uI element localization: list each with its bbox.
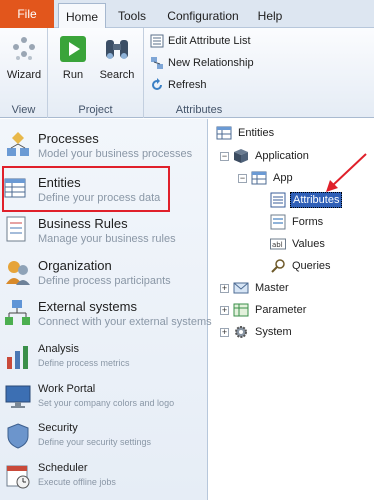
nav-item-analysis[interactable]: Analysis Define process metrics xyxy=(0,343,208,377)
tree-system-label: System xyxy=(255,326,292,338)
tab-help[interactable]: Help xyxy=(252,3,288,28)
wizard-icon xyxy=(13,37,35,60)
organization-title: Organization xyxy=(38,258,112,273)
tree-root-entities[interactable]: Entities xyxy=(216,123,276,143)
cube-icon xyxy=(234,149,248,163)
tree-forms-label: Forms xyxy=(292,216,324,228)
edit-attribute-list-button[interactable]: Edit Attribute List xyxy=(150,31,251,51)
search-button[interactable]: Search xyxy=(94,32,140,94)
ribbon: Wizard View Run Search Project Edit Attr… xyxy=(0,28,374,118)
master-icon xyxy=(233,282,249,294)
tree-app-label: App xyxy=(273,172,293,184)
expand-toggle-icon[interactable]: + xyxy=(220,283,229,293)
attributes-icon xyxy=(270,192,286,208)
external-systems-title: External systems xyxy=(38,299,137,314)
tree-master-label: Master xyxy=(255,282,289,294)
menu-bar: File Home Tools Configuration Help xyxy=(0,0,374,29)
processes-title: Processes xyxy=(38,131,99,146)
tab-configuration[interactable]: Configuration xyxy=(158,3,248,28)
tree-node-forms[interactable]: Forms xyxy=(270,212,325,232)
scheduler-subtitle: Execute offline jobs xyxy=(38,477,116,487)
nav-item-business-rules[interactable]: Business Rules Manage your business rule… xyxy=(0,216,208,252)
tree-node-master[interactable]: + Master xyxy=(220,278,291,298)
attributes-group-label: Attributes xyxy=(175,104,223,116)
nav-item-external-systems[interactable]: External systems Connect with your exter… xyxy=(0,299,212,335)
tree-values-label: Values xyxy=(292,238,325,250)
refresh-button[interactable]: Refresh xyxy=(150,75,207,95)
entities-tree-icon xyxy=(216,126,232,140)
binoculars-icon xyxy=(106,40,128,59)
tab-home[interactable]: Home xyxy=(58,3,106,29)
search-label: Search xyxy=(99,69,135,81)
project-group: Run Search Project xyxy=(48,28,144,118)
external-systems-icon xyxy=(5,300,30,325)
business-rules-title: Business Rules xyxy=(38,216,128,231)
tab-tools[interactable]: Tools xyxy=(110,3,154,28)
gear-icon xyxy=(235,326,247,338)
attributes-group: Edit Attribute List New Relationship Ref… xyxy=(144,28,254,118)
tree-node-queries[interactable]: Queries xyxy=(270,256,333,276)
tree-queries-label: Queries xyxy=(292,260,331,272)
tree-node-app[interactable]: − App xyxy=(238,168,295,188)
view-group-label: View xyxy=(11,104,36,116)
nav-item-processes[interactable]: Processes Model your business processes xyxy=(0,131,208,165)
shield-icon xyxy=(7,423,29,449)
relationship-icon xyxy=(151,57,163,69)
file-menu[interactable]: File xyxy=(0,0,54,28)
monitor-icon xyxy=(5,385,31,408)
organization-icon xyxy=(6,261,30,285)
nav-item-security[interactable]: Security Define your security settings xyxy=(0,422,208,456)
red-arrow-annotation xyxy=(326,153,367,192)
nav-item-scheduler[interactable]: Scheduler Execute offline jobs xyxy=(0,462,208,496)
analysis-title: Analysis xyxy=(38,343,79,355)
expand-toggle-icon[interactable]: + xyxy=(220,327,229,337)
list-icon xyxy=(150,34,164,48)
parameter-icon xyxy=(233,303,249,317)
svg-text:abl: abl xyxy=(272,241,283,249)
wizard-button[interactable]: Wizard xyxy=(1,32,47,94)
form-icon xyxy=(270,214,286,230)
edit-attribute-list-label: Edit Attribute List xyxy=(168,35,251,47)
table-icon xyxy=(251,171,267,185)
work-portal-title: Work Portal xyxy=(38,383,96,395)
play-icon xyxy=(60,36,86,62)
processes-subtitle: Model your business processes xyxy=(38,148,193,160)
nav-item-organization[interactable]: Organization Define process participants xyxy=(0,258,208,294)
values-icon: abl xyxy=(270,238,286,250)
tree-node-system[interactable]: + System xyxy=(220,322,294,342)
tree-root-label: Entities xyxy=(238,127,275,139)
expand-toggle-icon[interactable]: + xyxy=(220,305,229,315)
wizard-label: Wizard xyxy=(6,69,42,81)
entities-highlight-box xyxy=(2,166,170,212)
tree-node-parameter[interactable]: + Parameter xyxy=(220,300,308,320)
analysis-subtitle: Define process metrics xyxy=(38,358,130,368)
tree-node-values[interactable]: abl Values xyxy=(270,234,327,254)
security-title: Security xyxy=(38,422,78,434)
project-group-label: Project xyxy=(78,104,113,116)
tree-parameter-label: Parameter xyxy=(255,304,307,316)
refresh-icon xyxy=(152,78,162,90)
magnifier-icon xyxy=(271,259,285,273)
business-rules-subtitle: Manage your business rules xyxy=(38,233,176,245)
work-portal-subtitle: Set your company colors and logo xyxy=(38,398,175,408)
organization-subtitle: Define process participants xyxy=(38,275,171,287)
run-label: Run xyxy=(62,69,84,81)
run-button[interactable]: Run xyxy=(50,32,96,94)
scheduler-icon xyxy=(6,465,30,489)
security-subtitle: Define your security settings xyxy=(38,437,152,447)
view-group: Wizard View xyxy=(0,28,48,118)
collapse-toggle-icon[interactable]: − xyxy=(220,151,229,161)
refresh-label: Refresh xyxy=(168,79,207,91)
tree-application-label: Application xyxy=(255,150,309,162)
new-relationship-button[interactable]: New Relationship xyxy=(150,53,254,73)
analysis-icon xyxy=(7,346,28,369)
tree-node-application[interactable]: − Application xyxy=(220,146,311,166)
processes-icon xyxy=(7,132,29,156)
collapse-toggle-icon[interactable]: − xyxy=(238,173,247,183)
new-relationship-label: New Relationship xyxy=(168,57,254,69)
scheduler-title: Scheduler xyxy=(38,462,88,474)
external-systems-subtitle: Connect with your external systems xyxy=(38,316,212,328)
nav-item-work-portal[interactable]: Work Portal Set your company colors and … xyxy=(0,383,208,417)
business-rules-icon xyxy=(6,216,26,242)
